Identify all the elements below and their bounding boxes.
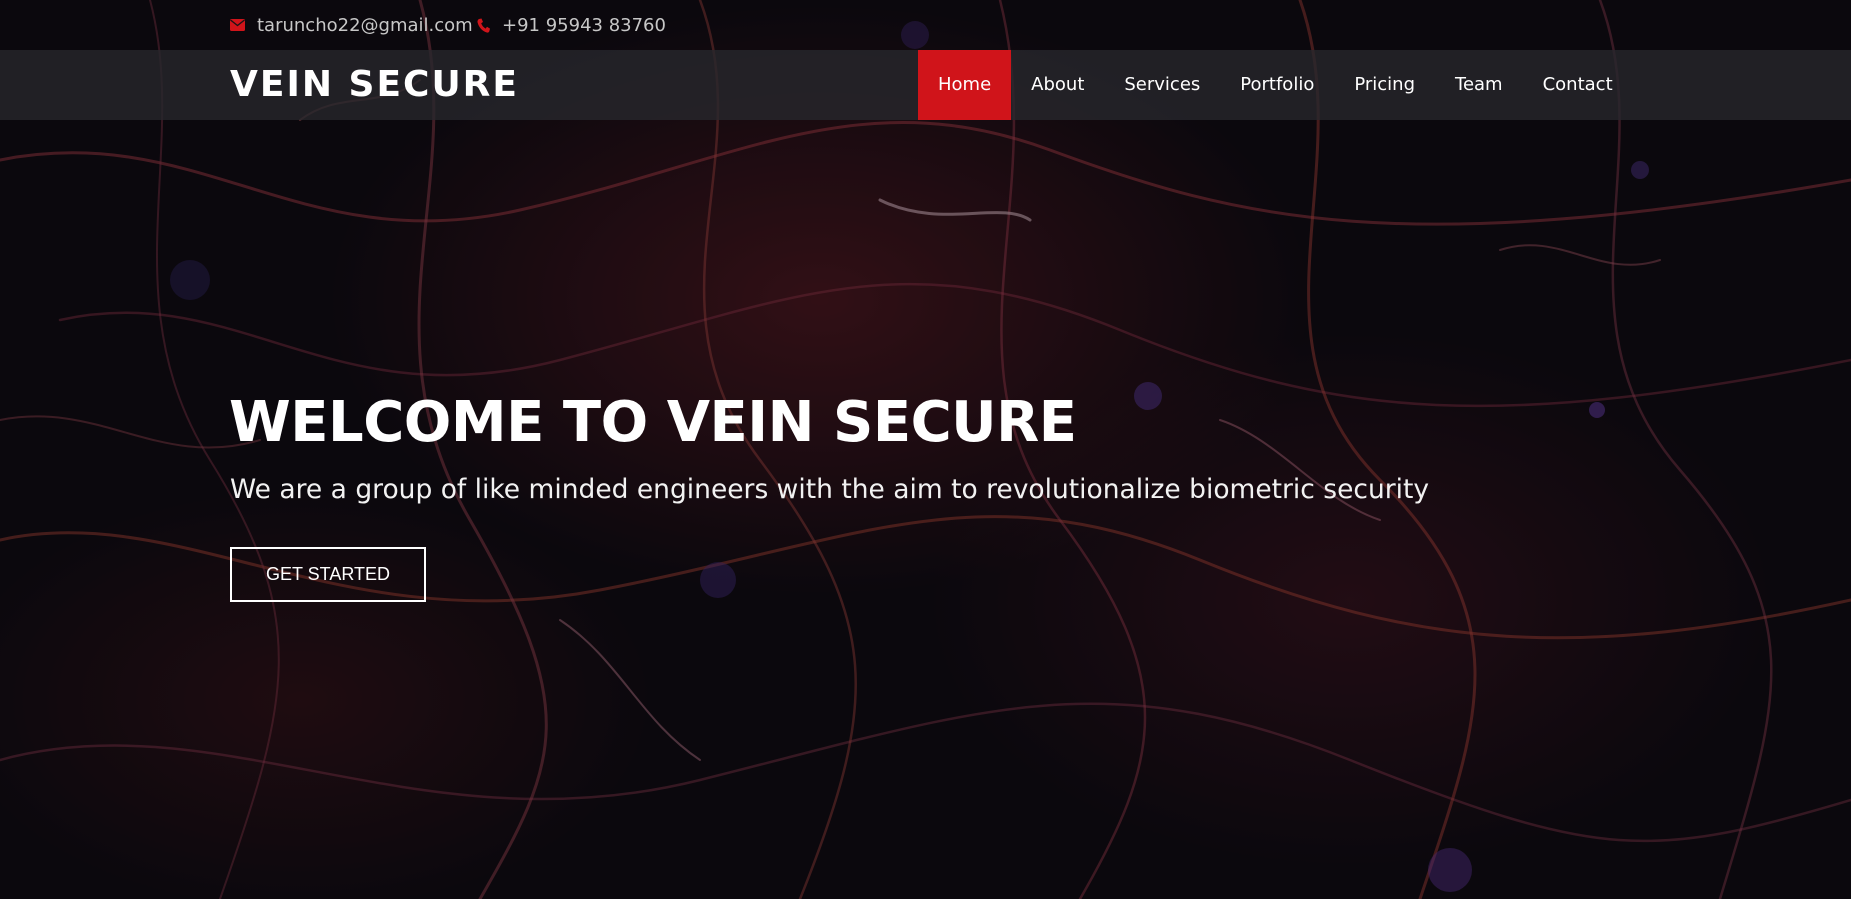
site-logo[interactable]: VEIN SECURE [230,64,519,106]
nav-contact[interactable]: Contact [1523,50,1633,120]
nav-pricing[interactable]: Pricing [1334,50,1435,120]
email-text: taruncho22@gmail.com [257,14,473,36]
hero-subtitle: We are a group of like minded engineers … [230,474,1430,505]
contact-email[interactable]: taruncho22@gmail.com [230,14,473,36]
hero-title: WELCOME TO VEIN SECURE [229,390,1077,455]
get-started-button[interactable]: GET STARTED [230,547,426,602]
nav-team[interactable]: Team [1435,50,1523,120]
nav-home[interactable]: Home [918,50,1012,120]
main-navbar: VEIN SECURE Home About Services Portfoli… [0,50,1851,120]
phone-icon [477,18,490,33]
envelope-icon [230,19,245,31]
contact-phone[interactable]: +91 95943 83760 [477,14,666,36]
phone-text: +91 95943 83760 [502,14,666,36]
nav-services[interactable]: Services [1104,50,1220,120]
top-info-bar: taruncho22@gmail.com +91 95943 83760 [0,0,1851,50]
nav-portfolio[interactable]: Portfolio [1220,50,1334,120]
nav-menu: Home About Services Portfolio Pricing Te… [918,50,1633,120]
nav-about[interactable]: About [1011,50,1104,120]
